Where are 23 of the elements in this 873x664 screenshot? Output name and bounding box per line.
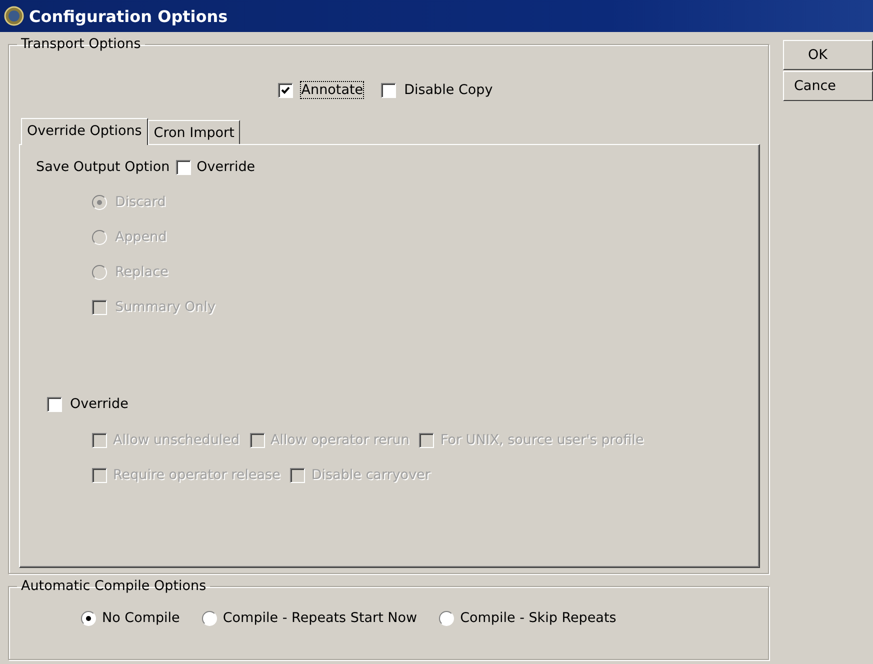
- radio-button[interactable]: [81, 610, 96, 626]
- checkbox[interactable]: [176, 160, 191, 174]
- checkbox[interactable]: [278, 82, 294, 98]
- checkbox-label: Disable Copy: [404, 82, 493, 98]
- checkbox[interactable]: [47, 396, 62, 412]
- radio-label: No Compile: [102, 610, 180, 626]
- option-label: Save Output Option: [36, 159, 170, 175]
- radio-button[interactable]: [202, 610, 217, 626]
- radio-label: Compile - Repeats Start Now: [222, 610, 418, 626]
- group-title: Automatic Compile Options: [20, 578, 208, 594]
- checkbox[interactable]: [381, 82, 396, 98]
- window-title: Configuration Options: [29, 6, 228, 26]
- app-icon: [4, 6, 24, 26]
- radio-button[interactable]: [439, 610, 454, 626]
- checkbox-label: Override: [70, 396, 128, 412]
- cancel-button[interactable]: Cance: [783, 71, 873, 101]
- ok-button[interactable]: OK: [783, 40, 873, 70]
- checkbox-label: Annotate: [301, 82, 364, 98]
- radio-label: Compile - Skip Repeats: [460, 610, 616, 626]
- checkbox-label: Override: [196, 159, 256, 175]
- group-title: Transport Options: [20, 36, 142, 52]
- tab[interactable]: Cron Import: [148, 120, 240, 144]
- tab[interactable]: Override Options: [21, 118, 148, 145]
